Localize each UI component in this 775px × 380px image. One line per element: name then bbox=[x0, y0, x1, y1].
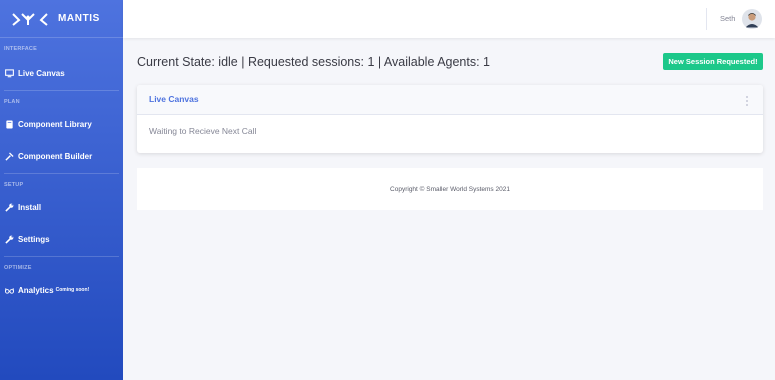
sidebar-item-component-library[interactable]: Component Library bbox=[0, 116, 123, 132]
brand-name: MANTIS bbox=[58, 13, 100, 24]
nav-section-interface: INTERFACE bbox=[0, 46, 123, 52]
username[interactable]: Seth bbox=[720, 14, 735, 23]
topbar-divider bbox=[706, 8, 707, 30]
section-heading: PLAN bbox=[4, 99, 20, 105]
sidebar-item-label: Component Library bbox=[18, 119, 92, 129]
book-icon bbox=[4, 119, 14, 129]
divider bbox=[4, 173, 119, 174]
divider bbox=[4, 256, 119, 257]
status-heading: Current State: idle | Requested sessions… bbox=[137, 55, 491, 69]
mantis-logo-icon bbox=[12, 12, 48, 26]
brand[interactable]: MANTIS bbox=[0, 0, 123, 38]
live-canvas-card: Live Canvas Waiting to Recieve Next Call bbox=[137, 85, 763, 153]
copyright-text: Copyright © Smaller World Systems 2021 bbox=[390, 185, 510, 193]
sidebar-item-settings[interactable]: Settings bbox=[0, 231, 123, 247]
wrench-icon bbox=[4, 234, 14, 244]
topbar: Seth bbox=[123, 0, 775, 38]
sidebar-item-component-builder[interactable]: Component Builder bbox=[0, 148, 123, 164]
sidebar-item-install[interactable]: Install bbox=[0, 199, 123, 215]
monitor-icon bbox=[4, 68, 14, 78]
vertical-ellipsis-icon[interactable] bbox=[743, 94, 751, 106]
card-body-text: Waiting to Recieve Next Call bbox=[149, 126, 257, 136]
section-heading: INTERFACE bbox=[4, 46, 37, 52]
sidebar-item-label: Analytics bbox=[18, 285, 54, 295]
sidebar-item-label: Live Canvas bbox=[18, 68, 65, 78]
new-session-button[interactable]: New Session Requested! bbox=[663, 53, 763, 70]
sidebar-item-analytics[interactable]: Analytics Coming soon! bbox=[0, 282, 123, 298]
section-heading: OPTIMIZE bbox=[4, 265, 32, 271]
section-heading: SETUP bbox=[4, 182, 24, 188]
sidebar-item-label: Settings bbox=[18, 234, 50, 244]
card-header: Live Canvas bbox=[137, 85, 763, 115]
wrench-icon bbox=[4, 202, 14, 212]
sidebar-item-live-canvas[interactable]: Live Canvas bbox=[0, 65, 123, 81]
hammer-icon bbox=[4, 151, 14, 161]
user-avatar-icon[interactable] bbox=[742, 9, 762, 29]
sidebar-item-label: Component Builder bbox=[18, 151, 93, 161]
card-title: Live Canvas bbox=[149, 94, 199, 104]
divider bbox=[4, 90, 119, 91]
glasses-icon bbox=[4, 285, 14, 295]
sidebar: MANTIS INTERFACE Live Canvas PLAN Compon… bbox=[0, 0, 123, 380]
footer: Copyright © Smaller World Systems 2021 bbox=[137, 168, 763, 210]
sidebar-item-label: Install bbox=[18, 202, 42, 212]
coming-soon-badge: Coming soon! bbox=[55, 287, 90, 293]
